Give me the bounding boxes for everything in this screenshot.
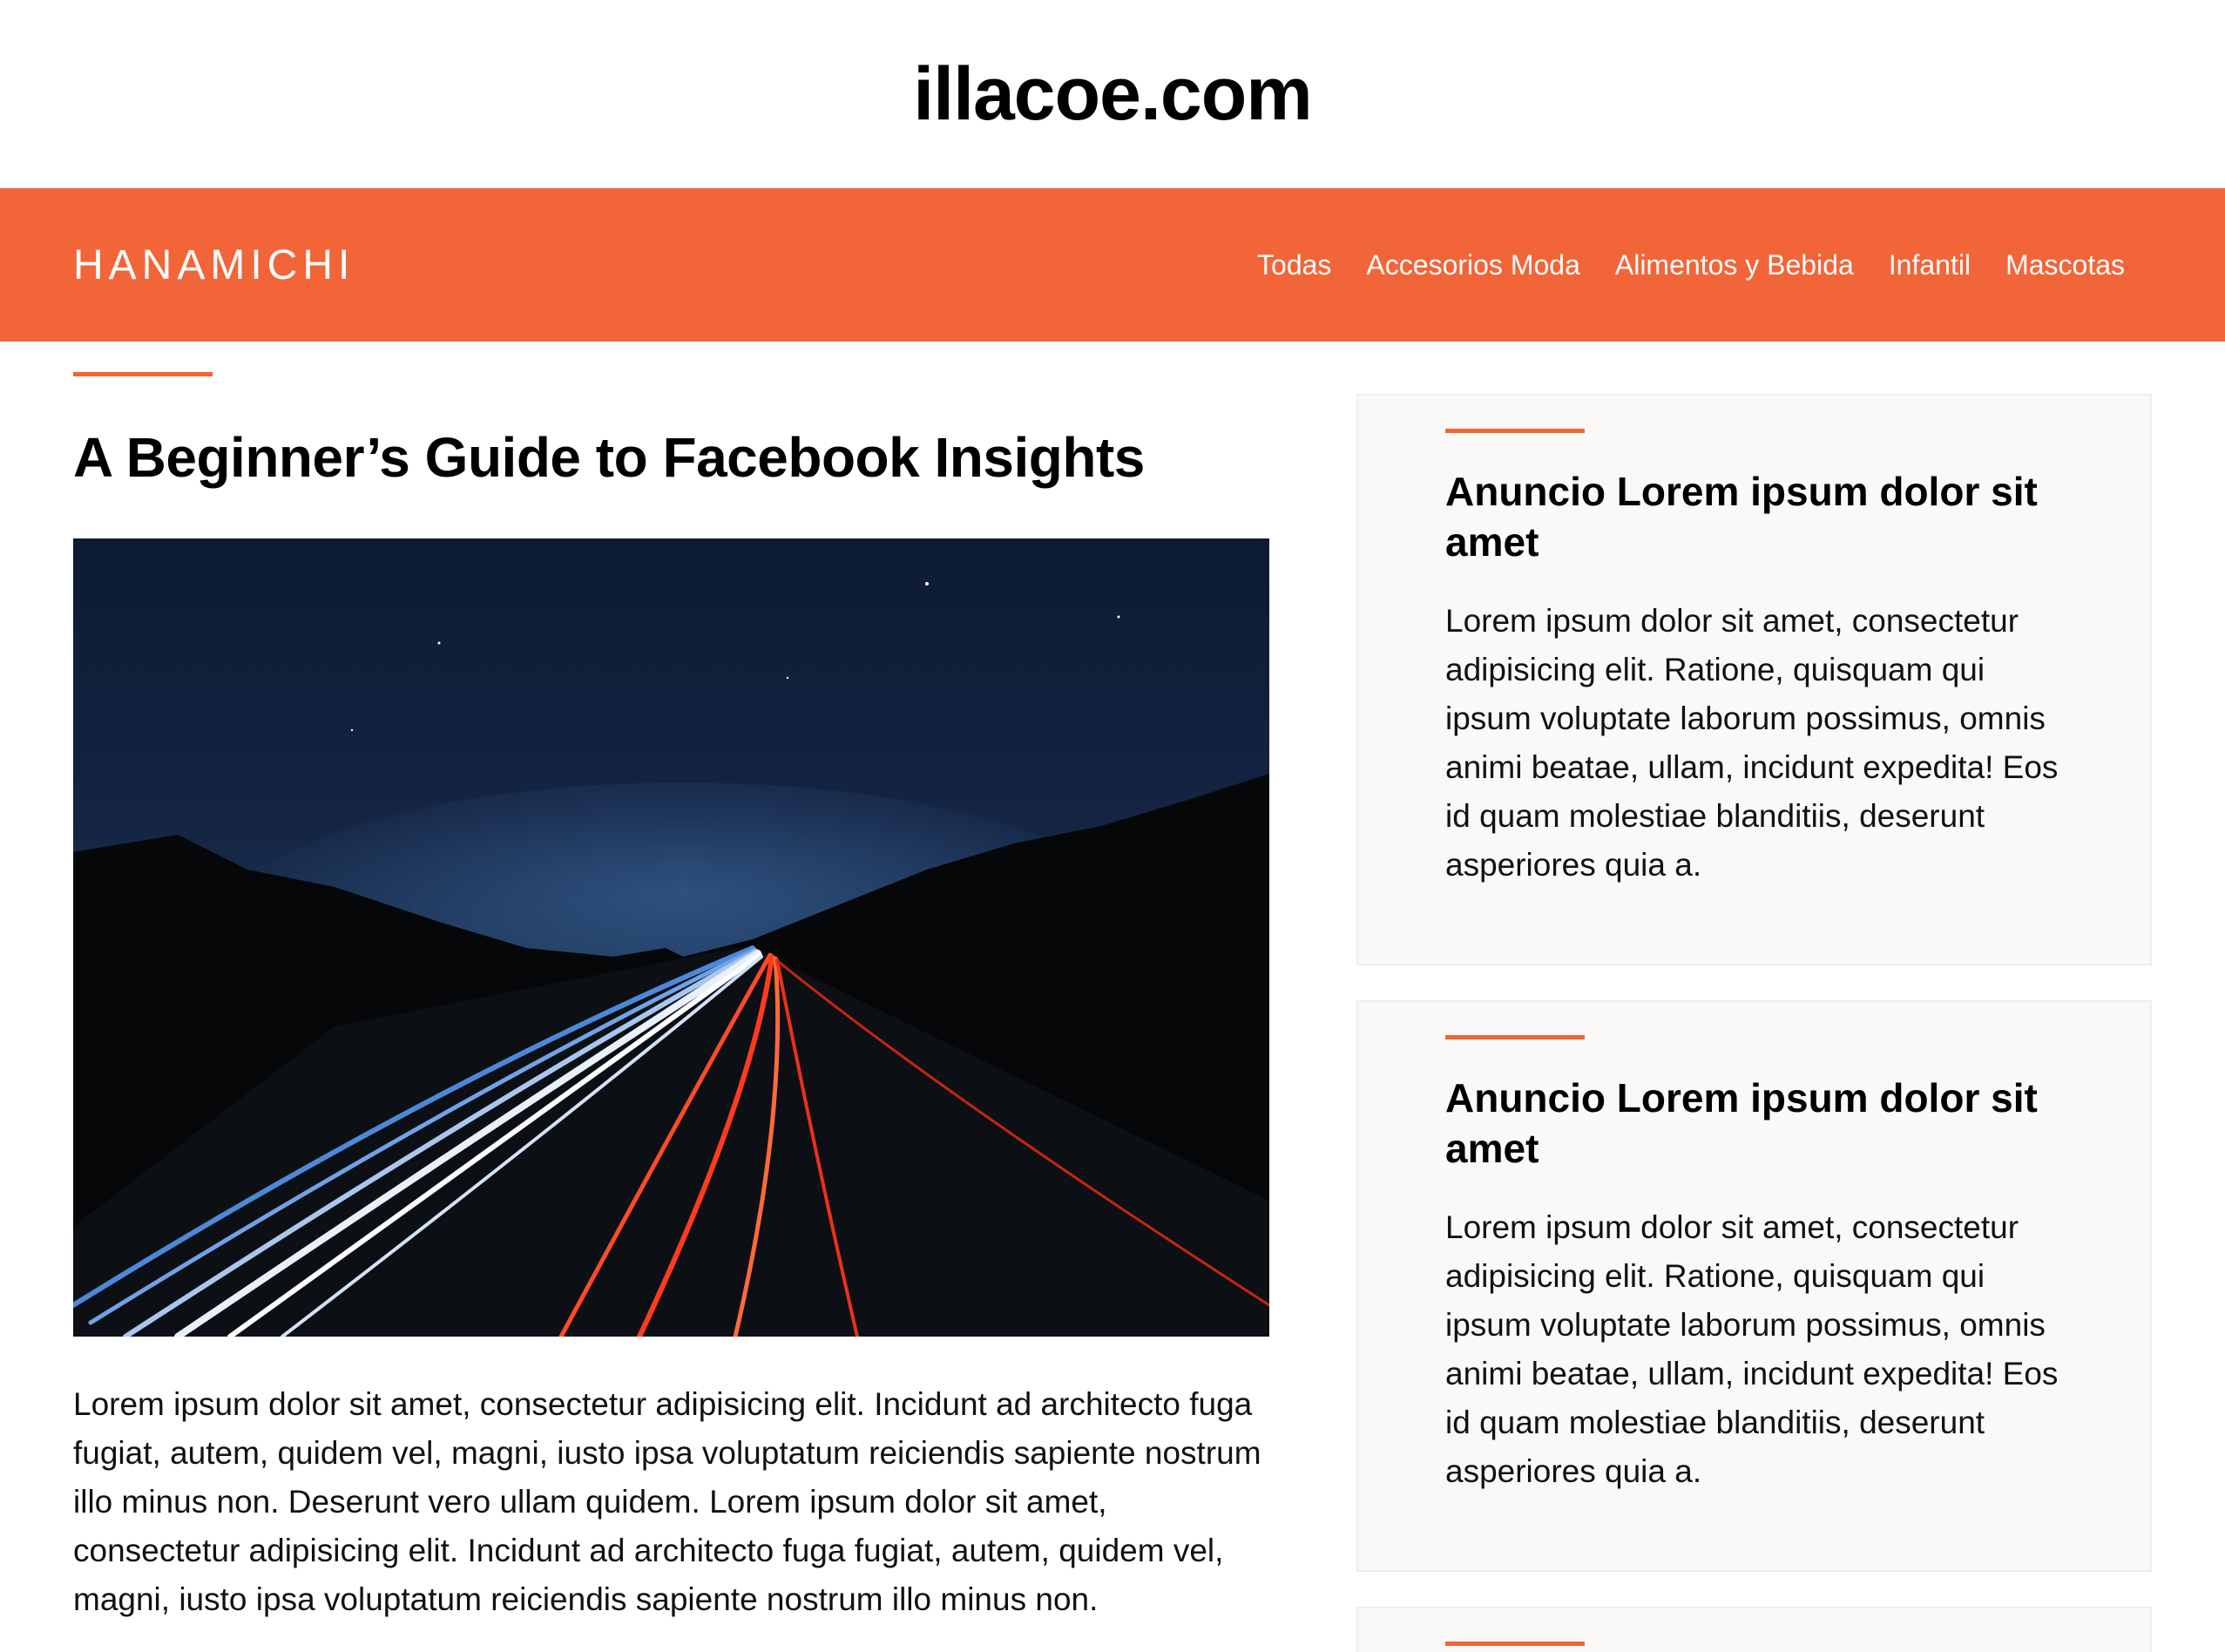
- domain-header: illacoe.com: [0, 0, 2225, 188]
- hero-image[interactable]: [73, 538, 1269, 1337]
- ad-card[interactable]: Anuncio Lorem ipsum dolor sit amet Lorem…: [1356, 1000, 2152, 1572]
- ad-card-partial[interactable]: [1356, 1607, 2152, 1652]
- sidebar: Anuncio Lorem ipsum dolor sit amet Lorem…: [1356, 342, 2152, 1652]
- ad-card[interactable]: Anuncio Lorem ipsum dolor sit amet Lorem…: [1356, 394, 2152, 965]
- highway-light-trails-image: [73, 582, 1269, 1337]
- brand-logo[interactable]: HANAMICHI: [73, 241, 355, 289]
- ad-card-text: Lorem ipsum dolor sit amet, consectetur …: [1445, 1209, 2059, 1489]
- post-excerpt: Lorem ipsum dolor sit amet, consectetur …: [73, 1386, 1261, 1617]
- title-accent-line: [73, 372, 213, 376]
- card-accent-line: [1445, 1035, 1585, 1039]
- main-navbar: HANAMICHI Todas Accesorios Moda Alimento…: [0, 188, 2225, 342]
- page-content: A Beginner’s Guide to Facebook Insights: [0, 342, 2225, 1652]
- nav-link-alimentos-bebida[interactable]: Alimentos y Bebida: [1615, 249, 1854, 281]
- ad-card-title: Anuncio Lorem ipsum dolor sit amet: [1445, 1075, 2038, 1171]
- ad-card-text: Lorem ipsum dolor sit amet, consectetur …: [1445, 603, 2059, 883]
- site-domain: illacoe.com: [913, 51, 1312, 136]
- card-accent-line: [1445, 429, 1585, 433]
- card-accent-line: [1445, 1642, 1585, 1646]
- post-title[interactable]: A Beginner’s Guide to Facebook Insights: [73, 425, 1269, 490]
- nav-link-todas[interactable]: Todas: [1257, 249, 1331, 281]
- main-article: A Beginner’s Guide to Facebook Insights: [73, 342, 1269, 1652]
- nav-link-mascotas[interactable]: Mascotas: [2005, 249, 2125, 281]
- nav-links: Todas Accesorios Moda Alimentos y Bebida…: [1257, 249, 2125, 281]
- ad-card-title: Anuncio Lorem ipsum dolor sit amet: [1445, 469, 2038, 565]
- nav-link-accesorios-moda[interactable]: Accesorios Moda: [1366, 249, 1579, 281]
- nav-link-infantil[interactable]: Infantil: [1889, 249, 1971, 281]
